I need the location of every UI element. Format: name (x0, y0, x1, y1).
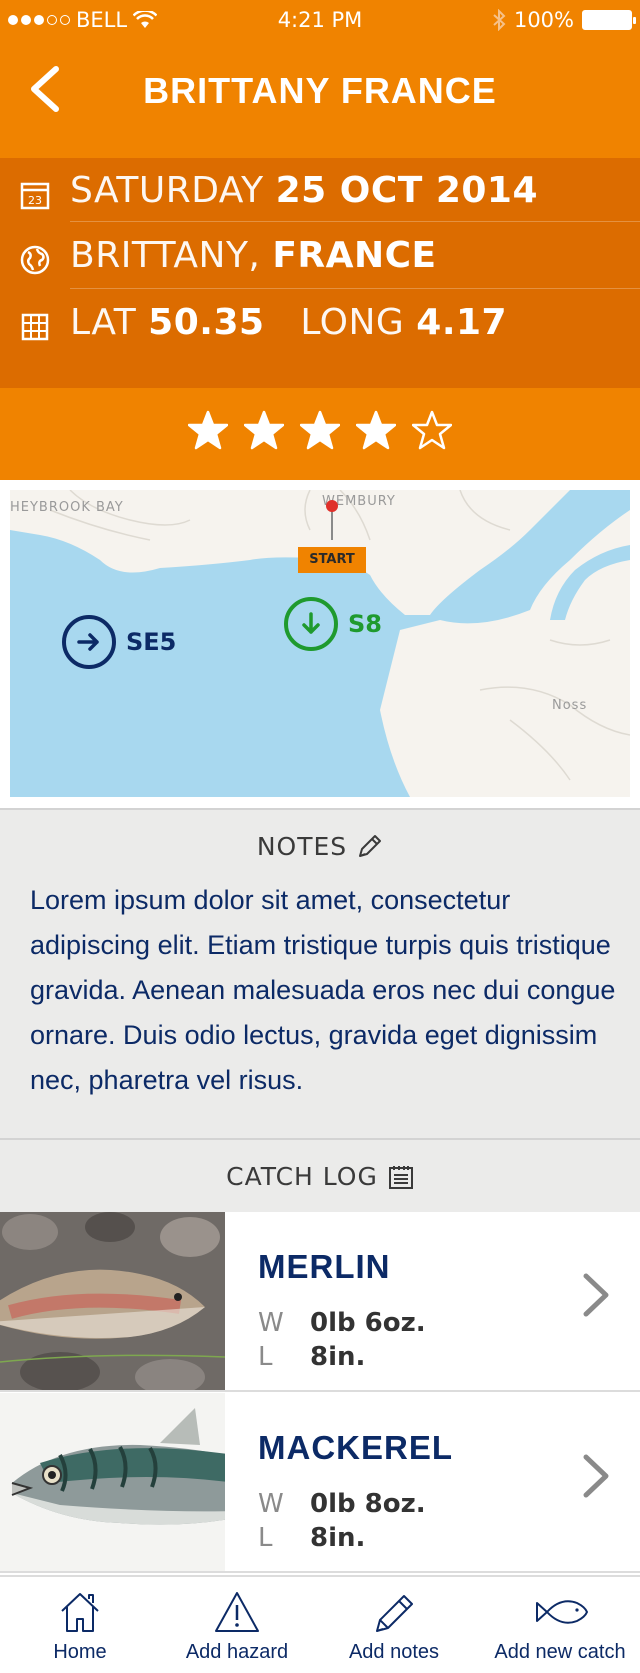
weight-key: W (258, 1308, 284, 1338)
chevron-right-icon[interactable] (580, 1451, 612, 1501)
date-day: SATURDAY (70, 170, 264, 211)
arrow-right-icon (62, 615, 116, 669)
catch-item-merlin[interactable]: MERLIN W 0lb 6oz. L 8in. (0, 1212, 640, 1392)
long-value: 4.17 (416, 302, 508, 343)
star-filled-icon[interactable] (244, 410, 284, 450)
arrow-down-icon (284, 597, 338, 651)
start-badge[interactable]: START (298, 547, 366, 573)
page-title: BRITTANY FRANCE (143, 70, 497, 111)
divider (70, 221, 640, 222)
status-bar: BELL 4:21 PM 100% (0, 0, 640, 40)
tab-home[interactable]: Home (0, 1577, 160, 1673)
long-label: LONG (300, 302, 405, 343)
star-filled-icon[interactable] (356, 410, 396, 450)
map[interactable]: HEYBROOK BAY WEMBURY Noss START SE5 S8 (10, 490, 630, 797)
date-value: 25 OCT 2014 (275, 170, 539, 211)
trip-info: 23 SATURDAY 25 OCT 2014 BRITTANY, FRANCE… (0, 158, 640, 388)
tab-add-notes-label: Add notes (348, 1641, 440, 1663)
catch-length: L 8in. (258, 1342, 365, 1372)
star-filled-icon[interactable] (300, 410, 340, 450)
pencil-edit-icon[interactable] (355, 833, 383, 861)
star-filled-icon[interactable] (188, 410, 228, 450)
notes-header[interactable]: NOTES (0, 832, 640, 861)
catch-log-heading: CATCH LOG (226, 1162, 378, 1191)
divider (70, 288, 640, 289)
star-rating[interactable] (0, 410, 640, 450)
tab-bar: Home Add hazard Add notes Add new catch (0, 1575, 640, 1673)
tab-add-new-catch-label: Add new catch (494, 1641, 626, 1663)
notes-heading: NOTES (256, 832, 348, 861)
length-value: 8in. (310, 1523, 366, 1553)
bluetooth-icon (493, 9, 506, 31)
date-row: 23 SATURDAY 25 OCT 2014 (0, 158, 640, 228)
catch-weight: W 0lb 6oz. (258, 1308, 426, 1338)
map-label-right: Noss (552, 698, 588, 713)
coordinates-row: LAT 50.35 LONG 4.17 (0, 290, 640, 360)
chevron-right-icon[interactable] (580, 1270, 612, 1320)
location-country: FRANCE (272, 235, 437, 276)
grid-coordinates-icon (21, 313, 49, 341)
globe-icon (20, 245, 50, 275)
catch-name: MACKEREL (258, 1429, 453, 1466)
wind-indicator-s8[interactable]: S8 (284, 597, 382, 651)
wind-indicator-se5[interactable]: SE5 (62, 615, 176, 669)
length-key: L (258, 1523, 273, 1553)
tab-add-hazard-label: Add hazard (185, 1641, 289, 1663)
map-pin-icon[interactable] (326, 500, 338, 540)
notes-section: NOTES Lorem ipsum dolor sit amet, consec… (0, 808, 640, 1138)
tab-add-hazard[interactable]: Add hazard (157, 1577, 317, 1673)
battery-percent: 100% (513, 8, 574, 32)
home-icon (61, 1593, 99, 1632)
map-label-left: HEYBROOK BAY (10, 500, 124, 515)
catch-weight: W 0lb 8oz. (258, 1489, 426, 1519)
lat-label: LAT (70, 302, 137, 343)
fish-photo (0, 1212, 225, 1390)
calendar-icon: 23 (20, 182, 50, 210)
weight-key: W (258, 1489, 284, 1519)
tab-add-notes[interactable]: Add notes (314, 1577, 474, 1673)
title-bar: BRITTANY FRANCE (0, 40, 640, 158)
calendar-day-number: 23 (28, 194, 42, 207)
map-section: HEYBROOK BAY WEMBURY Noss START SE5 S8 (0, 480, 640, 808)
weight-value: 0lb 8oz. (310, 1489, 426, 1519)
wind-label-se5: SE5 (126, 628, 177, 656)
catch-name: MERLIN (258, 1248, 391, 1285)
length-key: L (258, 1342, 273, 1372)
rating-bar (0, 388, 640, 480)
header: BELL 4:21 PM 100% BRITTANY FRANCE (0, 0, 640, 158)
location-row: BRITTANY, FRANCE (0, 223, 640, 293)
location-region: BRITTANY, (70, 235, 261, 276)
catch-length: L 8in. (258, 1523, 365, 1553)
length-value: 8in. (310, 1342, 366, 1372)
notepad-icon (388, 1165, 413, 1189)
fish-photo (0, 1393, 225, 1571)
tab-add-new-catch[interactable]: Add new catch (480, 1577, 640, 1673)
weight-value: 0lb 6oz. (310, 1308, 426, 1338)
fish-icon (536, 1600, 588, 1624)
catch-log-header: CATCH LOG (0, 1138, 640, 1212)
warning-triangle-icon (215, 1592, 259, 1632)
wind-label-s8: S8 (348, 610, 382, 638)
battery-group: 100% (492, 8, 636, 32)
catch-item-mackerel[interactable]: MACKEREL W 0lb 8oz. L 8in. (0, 1393, 640, 1573)
pencil-icon (376, 1595, 413, 1632)
tab-home-label: Home (53, 1641, 107, 1663)
battery-icon (582, 10, 636, 30)
notes-text: Lorem ipsum dolor sit amet, consectetur … (30, 885, 616, 1095)
lat-value: 50.35 (148, 302, 265, 343)
star-empty-icon[interactable] (412, 410, 452, 450)
